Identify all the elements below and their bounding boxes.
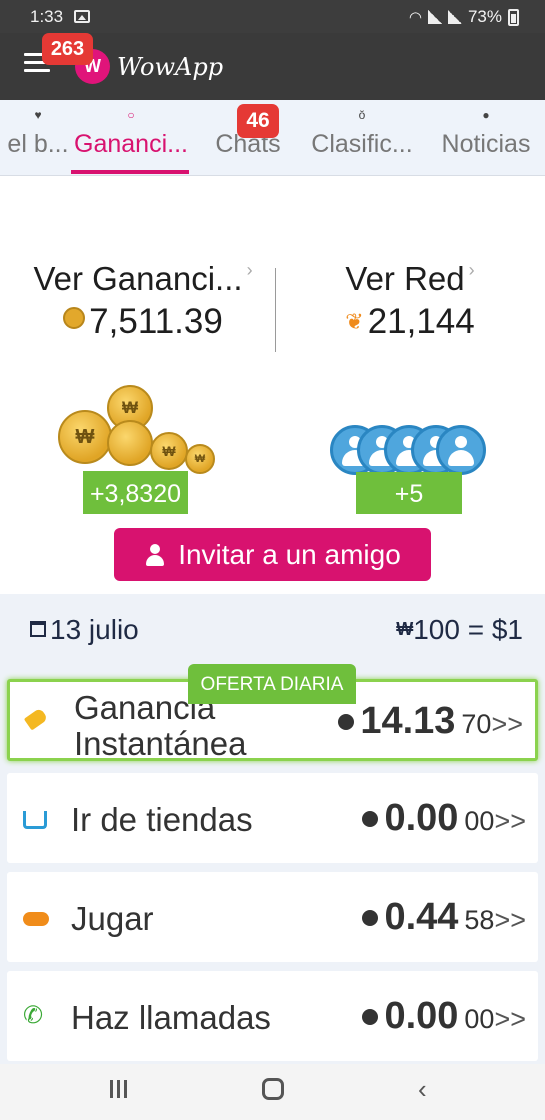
chevron-right-icon: › <box>468 260 475 280</box>
amount-sub: 58 <box>464 905 495 935</box>
image-notification-icon <box>74 10 90 23</box>
offer-games[interactable]: Jugar 0.44 58 >> <box>7 872 538 962</box>
amount-sub: 70 <box>461 709 492 739</box>
status-icons: ◠ 73% <box>409 7 519 27</box>
summary-divider <box>275 268 276 352</box>
status-time: 1:33 <box>30 7 64 26</box>
phone-icon: ✆ <box>23 1002 44 1029</box>
earnings-title: Ver Gananci... <box>33 260 243 297</box>
amount-main: 0.44 <box>384 896 459 938</box>
signal-icon <box>427 10 442 24</box>
exchange-rate-text: 100 = $1 <box>413 614 523 645</box>
offers-date: 13 julio <box>30 614 139 646</box>
offer-label-line2: Instantánea <box>74 725 247 761</box>
amount-sub: 00 <box>464 806 495 836</box>
offer-amount: 0.00 00 >> <box>362 797 526 840</box>
coin-icon: ₩ <box>185 444 215 474</box>
wowcoin-icon <box>362 1008 379 1025</box>
chevron-right-icon: › <box>246 260 253 280</box>
recent-apps-icon[interactable] <box>110 1080 132 1100</box>
double-chevron-icon: >> <box>494 806 526 836</box>
daily-offer-badge: OFERTA DIARIA <box>188 664 356 704</box>
double-chevron-icon: >> <box>491 709 523 739</box>
cart-icon <box>23 811 47 829</box>
wifi-icon: ◠ <box>408 9 422 26</box>
person-icon <box>436 425 486 475</box>
amount-sub: 00 <box>464 1004 495 1034</box>
dot-icon: ○ <box>127 108 135 122</box>
status-bar: 1:33 ◠ 73% <box>0 0 545 33</box>
leaf-icon: ❦ <box>345 309 364 334</box>
earnings-delta: +3,8320 <box>83 471 188 514</box>
double-chevron-icon: >> <box>494 905 526 935</box>
add-person-icon <box>144 543 166 566</box>
home-icon[interactable] <box>262 1078 284 1100</box>
offer-label: Haz llamadas <box>71 999 271 1036</box>
offer-label: Jugar <box>71 900 154 937</box>
network-summary[interactable]: Ver Red › ❦ 21,144 <box>300 260 520 342</box>
tab-clasificacion[interactable]: ŏ Clasific... <box>306 100 418 176</box>
offer-amount: 0.44 58 >> <box>362 896 526 939</box>
wowcoin-icon: ₩ <box>396 619 414 639</box>
coin-icon: ₩ <box>150 432 188 470</box>
menu-notification-badge: 263 <box>42 33 93 65</box>
battery-percent: 73% <box>467 7 502 26</box>
coin-icon <box>63 307 86 329</box>
wowcoin-icon <box>362 909 379 926</box>
invite-friend-button[interactable]: Invitar a un amigo <box>114 528 431 581</box>
amount-main: 0.00 <box>384 995 459 1037</box>
calendar-icon <box>30 621 46 637</box>
offer-amount: 0.00 00 >> <box>362 995 526 1038</box>
network-title: Ver Red <box>345 260 465 297</box>
system-nav-bar: ‹ <box>0 1064 545 1120</box>
invite-button-label: Invitar a un amigo <box>178 538 401 570</box>
back-icon[interactable]: ‹ <box>418 1074 427 1105</box>
gamepad-icon <box>23 912 49 926</box>
heart-icon: ♥ <box>34 108 42 122</box>
exchange-rate: ₩100 = $1 <box>396 614 523 646</box>
tab-noticias[interactable]: ● Noticias <box>434 100 538 176</box>
app-title: WowApp <box>117 53 224 81</box>
active-tab-indicator <box>71 170 189 174</box>
tab-label: Clasific... <box>311 130 413 158</box>
offers-date-text: 13 julio <box>50 614 139 645</box>
network-delta: +5 <box>356 472 462 514</box>
network-value: 21,144 <box>367 302 475 341</box>
double-chevron-icon: >> <box>494 1004 526 1034</box>
amount-main: 14.13 <box>360 700 456 742</box>
offer-label: Ir de tiendas <box>71 801 253 838</box>
chats-badge: 46 <box>237 104 279 138</box>
amount-main: 0.00 <box>384 797 459 839</box>
offer-calls[interactable]: ✆ Haz llamadas 0.00 00 >> <box>7 971 538 1061</box>
earnings-summary[interactable]: Ver Gananci... › 7,511.39 <box>18 260 268 342</box>
globe-icon: ● <box>482 108 490 122</box>
coin-icon <box>107 420 153 466</box>
signal-icon-2 <box>447 10 462 24</box>
tab-ganancias[interactable]: ○ Gananci... <box>70 100 192 176</box>
coin-icon: ₩ <box>58 410 112 464</box>
offer-amount: 14.13 70 >> <box>338 700 523 743</box>
wowcoin-icon <box>362 810 379 827</box>
tab-el-b[interactable]: ♥ el b... <box>6 100 70 176</box>
wowcoin-icon <box>338 713 355 730</box>
tag-icon <box>23 707 49 731</box>
tab-label: Gananci... <box>74 130 188 158</box>
battery-icon <box>508 8 519 26</box>
tab-label: el b... <box>7 130 69 158</box>
offer-shopping[interactable]: Ir de tiendas 0.00 00 >> <box>7 773 538 863</box>
earnings-value: 7,511.39 <box>89 302 223 341</box>
tab-label: Noticias <box>441 130 531 158</box>
medal-icon: ŏ <box>358 108 366 122</box>
